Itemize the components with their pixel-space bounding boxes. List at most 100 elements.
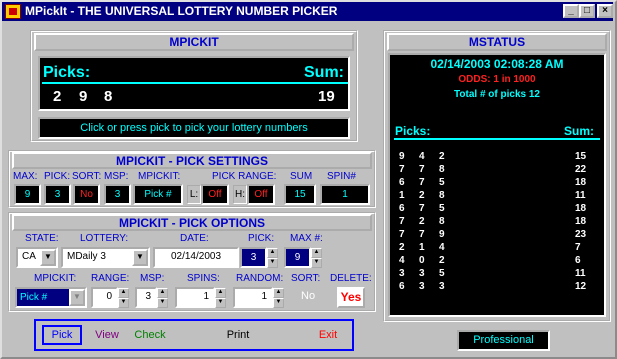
- lottery-app-icon[interactable]: [5, 4, 21, 19]
- range-low-label: L:: [187, 185, 201, 204]
- spin-down-icon[interactable]: ▼: [118, 298, 129, 308]
- status-pick-sum: 18: [575, 216, 587, 227]
- chevron-down-icon[interactable]: ▼: [40, 249, 56, 266]
- status-sum-label: Sum:: [564, 124, 594, 138]
- spin-up-icon[interactable]: ▲: [215, 288, 226, 298]
- spin-up-icon[interactable]: ▲: [267, 248, 278, 258]
- lottery-select[interactable]: MDaily 3 ▼: [61, 247, 150, 268]
- view-button[interactable]: View: [90, 325, 124, 345]
- close-button[interactable]: ×: [597, 4, 613, 18]
- random-label: RANDOM:: [236, 273, 284, 284]
- status-pick-number: 6: [399, 281, 405, 292]
- lottery-label: LOTTERY:: [80, 233, 129, 244]
- mpickit-option-label: MPICKIT:: [34, 273, 77, 284]
- status-pick-number: 9: [399, 151, 405, 162]
- status-pick-number: 2: [419, 216, 425, 227]
- settings-sum-value: 15: [284, 184, 316, 205]
- chevron-down-icon[interactable]: ▼: [132, 249, 148, 266]
- status-pick-number: 7: [419, 203, 425, 214]
- status-pick-row: 7 2 8 18: [390, 216, 604, 229]
- edition-badge: Professional: [457, 330, 550, 351]
- status-datetime: 02/14/2003 02:08:28 AM: [430, 57, 564, 71]
- delete-toggle[interactable]: Yes: [337, 287, 365, 308]
- status-pick-number: 6: [399, 203, 405, 214]
- spin-down-icon[interactable]: ▼: [157, 298, 168, 308]
- pick-options-header: MPICKIT - PICK OPTIONS: [12, 214, 372, 231]
- spin-up-icon[interactable]: ▲: [118, 288, 129, 298]
- spins-stepper[interactable]: 1: [175, 287, 215, 308]
- status-pick-number: 4: [439, 242, 445, 253]
- state-value: CA: [22, 251, 36, 262]
- settings-msp-label: MSP:: [104, 171, 129, 182]
- spins-label: SPINS:: [187, 273, 220, 284]
- settings-sum-label: SUM: [290, 171, 313, 182]
- pick-button[interactable]: Pick: [42, 325, 82, 345]
- status-pick-sum: 11: [575, 190, 586, 201]
- status-pick-number: 5: [439, 268, 445, 279]
- sort-toggle[interactable]: No: [301, 290, 315, 302]
- spin-down-icon[interactable]: ▼: [273, 298, 284, 308]
- status-pick-row: 7 7 8 22: [390, 164, 604, 177]
- chevron-down-icon[interactable]: ▼: [69, 289, 85, 306]
- max-stepper[interactable]: 9: [284, 247, 311, 268]
- status-pick-sum: 6: [575, 255, 581, 266]
- status-pick-number: 3: [419, 281, 425, 292]
- spin-down-icon[interactable]: ▼: [267, 258, 278, 268]
- print-button[interactable]: Print: [218, 325, 258, 345]
- title-bar[interactable]: MPickIt - THE UNIVERSAL LOTTERY NUMBER P…: [2, 2, 613, 21]
- status-pick-number: 7: [399, 229, 405, 240]
- state-label: STATE:: [25, 233, 59, 244]
- settings-mpickit-value: Pick #: [133, 184, 183, 205]
- settings-pick-value: 3: [44, 184, 71, 205]
- state-select[interactable]: CA ▼: [16, 247, 58, 268]
- status-pick-number: 1: [399, 190, 405, 201]
- settings-sort-value: No: [73, 184, 100, 205]
- sort-label: SORT:: [291, 273, 321, 284]
- pick-sum: 19: [318, 88, 335, 105]
- range-low-value: Off: [201, 184, 229, 205]
- status-pick-number: 5: [439, 177, 445, 188]
- settings-spin-label: SPIN#: [327, 171, 356, 182]
- status-pick-number: 7: [419, 164, 425, 175]
- spin-up-icon[interactable]: ▲: [157, 288, 168, 298]
- status-pick-number: 5: [439, 203, 445, 214]
- spin-up-icon[interactable]: ▲: [311, 248, 322, 258]
- status-pick-number: 1: [419, 242, 425, 253]
- range-high-value: Off: [247, 184, 275, 205]
- date-label: DATE:: [180, 233, 209, 244]
- status-pick-row: 9 4 2 15: [390, 151, 604, 164]
- max-label: MAX #:: [290, 233, 323, 244]
- range-stepper[interactable]: 0: [91, 287, 118, 308]
- minimize-icon: _: [568, 5, 574, 16]
- spin-up-icon[interactable]: ▲: [273, 288, 284, 298]
- status-pick-number: 2: [439, 255, 445, 266]
- status-pick-number: 2: [439, 151, 445, 162]
- msp-stepper[interactable]: 3: [135, 287, 157, 308]
- settings-pick-label: PICK:: [44, 171, 71, 182]
- status-pick-number: 8: [439, 164, 445, 175]
- random-stepper[interactable]: 1: [233, 287, 273, 308]
- exit-button[interactable]: Exit: [308, 325, 348, 345]
- status-pick-number: 9: [439, 229, 445, 240]
- status-pick-number: 7: [419, 229, 425, 240]
- close-icon: ×: [602, 5, 608, 16]
- status-pick-row: 3 3 5 11: [390, 268, 604, 281]
- maximize-button[interactable]: □: [579, 4, 595, 18]
- spin-down-icon[interactable]: ▼: [215, 298, 226, 308]
- status-pick-number: 8: [439, 190, 445, 201]
- pick-hint[interactable]: Click or press pick to pick your lottery…: [38, 117, 350, 139]
- status-total: Total # of picks 12: [454, 89, 540, 100]
- mstatus-header: MSTATUS: [387, 33, 607, 51]
- picks-label: Picks:: [43, 64, 91, 81]
- status-pick-number: 6: [399, 177, 405, 188]
- minimize-button[interactable]: _: [563, 4, 579, 18]
- pick-stepper[interactable]: 3: [240, 247, 267, 268]
- status-pick-number: 8: [439, 216, 445, 227]
- mpickit-select[interactable]: Pick # ▼: [15, 287, 87, 308]
- spin-down-icon[interactable]: ▼: [311, 258, 322, 268]
- range-label: RANGE:: [91, 273, 130, 284]
- check-button[interactable]: Check: [130, 325, 170, 345]
- action-bar: [34, 319, 354, 351]
- date-field[interactable]: 02/14/2003: [153, 247, 239, 268]
- picks-display: Picks: Sum: 2 9 8 19: [38, 56, 350, 111]
